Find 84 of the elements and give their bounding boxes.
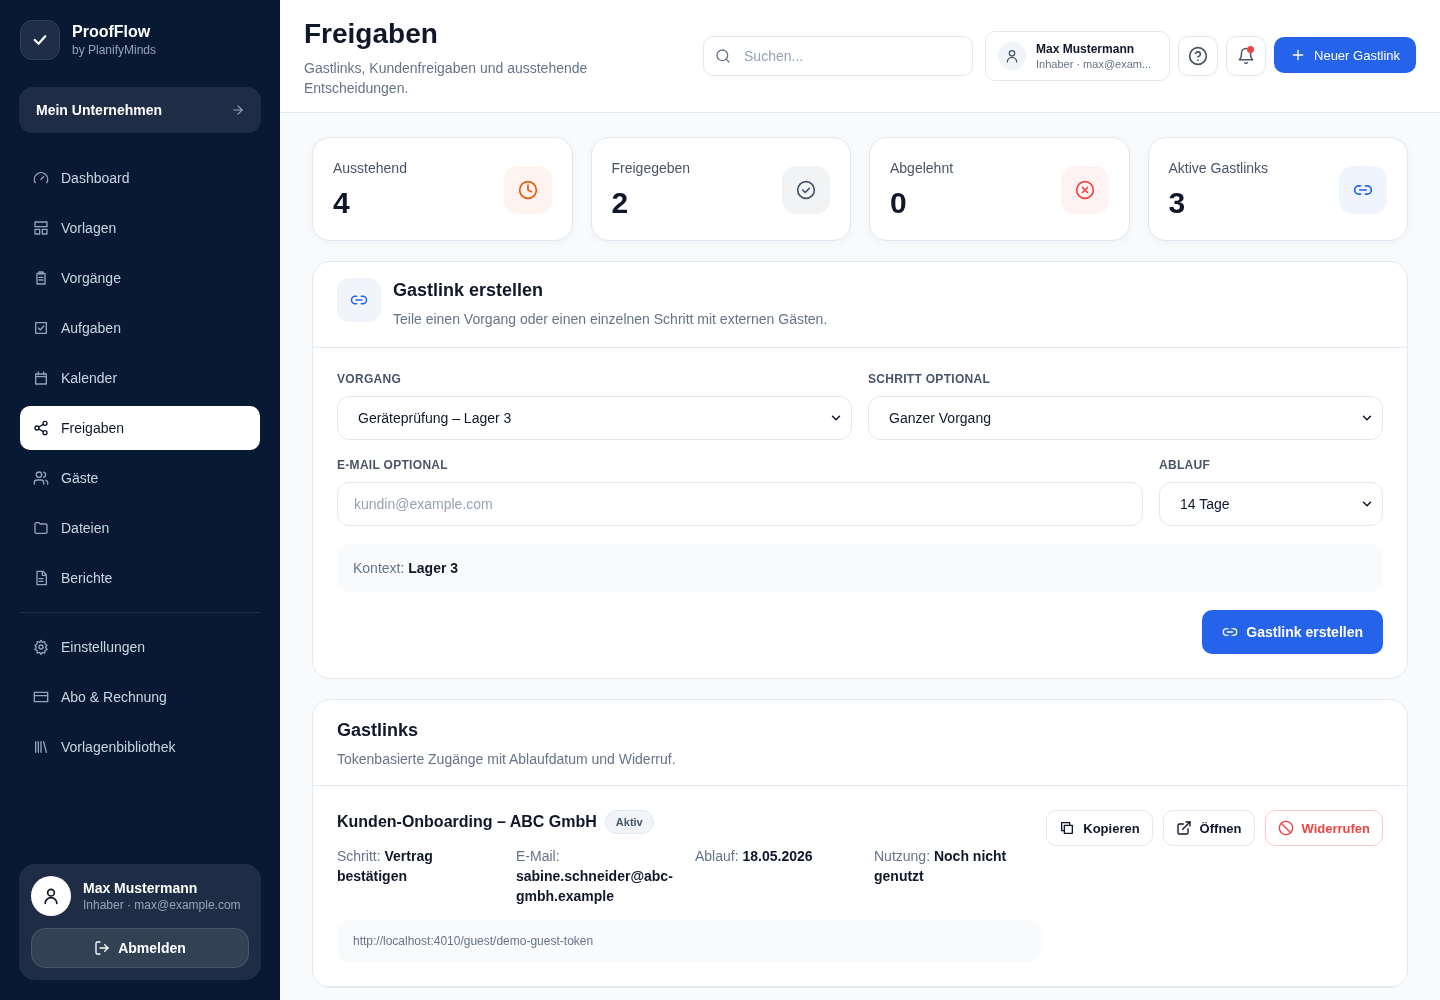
stat-label: Freigegeben [611,160,691,176]
detail-text: Ablauf: 18.05.2026 [695,847,814,866]
stat-value: 3 [1168,186,1187,220]
layout-icon [33,220,49,236]
notifications-button[interactable] [1226,36,1266,76]
avatar-icon [998,42,1026,70]
arrow-right-icon [231,103,245,117]
new-guestlink-button[interactable]: Neuer Gastlink [1274,37,1416,73]
stat-value: 4 [333,186,351,220]
field-label: ABLAUF [1159,458,1212,472]
logout-icon [94,940,111,956]
app-name: ProofFlow [72,23,152,41]
card-title: Gastlink erstellen [393,280,545,301]
app-subtitle: by PlanifyMinds [72,43,157,57]
external-link-icon [1175,820,1192,836]
ban-icon [1277,820,1294,836]
revoke-button[interactable]: Widerrufen [1264,810,1383,846]
help-icon [1188,46,1208,66]
settings-icon [33,639,49,655]
users-icon [33,470,49,486]
create-guestlink-button[interactable]: Gastlink erstellen [1202,610,1383,654]
library-icon [33,739,49,755]
stat-label: Aktive Gastlinks [1168,160,1269,176]
sidebar-item[interactable]: Dashboard [20,156,260,200]
user-name: Max Mustermann [83,880,199,896]
help-button[interactable] [1178,36,1218,76]
email-field[interactable]: kundin@example.com [337,482,1143,526]
clipboard-icon [33,270,49,286]
detail-text: Nutzung: Noch nicht genutzt [874,847,1008,886]
logo-icon [20,20,60,60]
open-button[interactable]: Öffnen [1162,810,1255,846]
link-icon [337,278,381,322]
company-button[interactable]: Mein Unternehmen [19,87,261,133]
field-label: VORGANG [337,372,403,386]
copy-button[interactable]: Kopieren [1046,810,1153,846]
context-text: Kontext: Lager 3 [353,560,459,576]
checkbox-icon [33,320,49,336]
credit-card-icon [33,689,49,705]
plus-icon [1290,47,1306,63]
stat-label: Abgelehnt [890,160,954,176]
select-field[interactable]: Geräteprüfung – Lager 3 [337,396,852,440]
share-icon [33,420,49,436]
document-icon [33,570,49,586]
page-title: Freigaben [304,18,439,50]
stat-value: 0 [890,186,908,220]
field-label: SCHRITT OPTIONAL [868,372,992,386]
sidebar-item[interactable]: Freigaben [20,406,260,450]
calendar-icon [33,370,49,386]
user-meta: Inhaber · max@exam... [1036,58,1152,70]
sidebar-item[interactable]: Aufgaben [20,306,260,350]
user-menu[interactable]: Max Mustermann Inhaber · max@exam... [985,31,1170,81]
select-field[interactable]: Ganzer Vorgang [868,396,1383,440]
search-icon [715,48,731,64]
select-field[interactable]: 14 Tage [1159,482,1383,526]
sidebar-item[interactable]: Kalender [20,356,260,400]
stat-value: 2 [611,186,630,220]
card-title: Gastlinks [337,720,420,741]
page-subtitle: Gastlinks, Kundenfreigaben und ausstehende Entscheidungen. [304,59,589,98]
folder-icon [33,520,49,536]
sidebar-item[interactable]: Berichte [20,556,260,600]
stat-label: Ausstehend [333,160,407,176]
user-meta: Inhaber · max@example.com [83,898,241,912]
status-badge: Aktiv [604,810,654,834]
gauge-icon [33,170,49,186]
copy-icon [1059,820,1076,836]
sidebar-item[interactable]: Gäste [20,456,260,500]
sidebar-item[interactable]: Vorlagen [20,206,260,250]
avatar-icon [31,876,71,916]
search-field[interactable]: Suchen... [703,36,973,76]
logout-button[interactable]: Abmelden [31,928,249,968]
field-label: E-MAIL OPTIONAL [337,458,449,472]
guestlink-url: http://localhost:4010/guest/demo-guest-token [337,920,1041,962]
card-subtitle: Tokenbasierte Zugänge mit Ablaufdatum und Widerruf. [337,751,677,767]
sidebar-item[interactable]: Abo & Rechnung [20,675,260,719]
guestlink-title: Kunden-Onboarding – ABC GmbH [337,813,597,831]
bell-icon [1237,47,1255,65]
sidebar-item[interactable]: Vorgänge [20,256,260,300]
detail-text: Schritt: Vertrag bestätigen [337,847,434,886]
sidebar-item[interactable]: Einstellungen [20,625,260,669]
detail-text: E-Mail: sabine.schneider@abc-gmbh.example [516,847,674,906]
sidebar-item[interactable]: Dateien [20,506,260,550]
sidebar-item[interactable]: Vorlagenbibliothek [20,725,260,769]
user-name: Max Mustermann [1036,42,1136,56]
card-subtitle: Teile einen Vorgang oder einen einzelnen Schritt mit externen Gästen. [393,311,828,327]
